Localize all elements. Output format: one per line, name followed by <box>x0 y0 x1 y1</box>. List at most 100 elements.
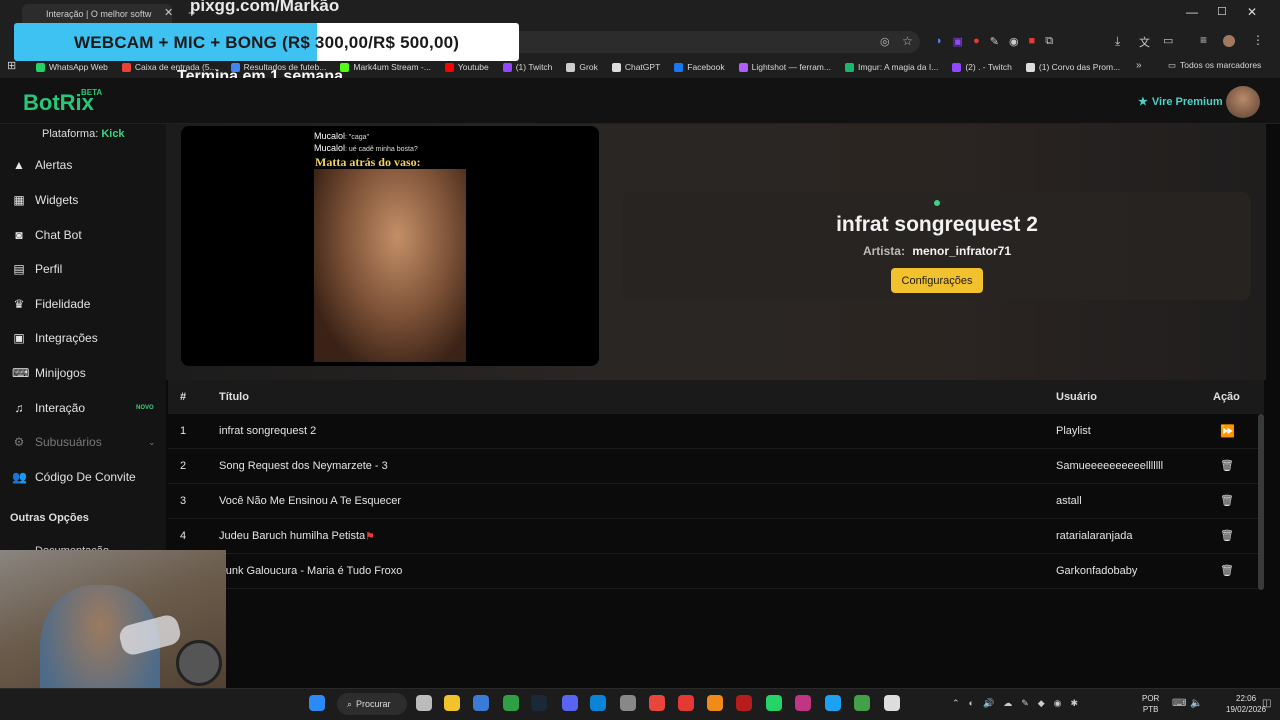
bookmark-label: Mark4um Stream -... <box>353 62 431 72</box>
tray-app-icon: ◐ <box>968 698 974 708</box>
bookmark-star-icon[interactable]: ☆ <box>902 34 913 48</box>
sidebar-item-interacao[interactable]: ♫ Interação NOVO <box>12 393 162 423</box>
sidebar-item-fidelidade[interactable]: ♛ Fidelidade <box>12 289 162 319</box>
row-title: Song Request dos Neymarzete - 3 <box>219 460 388 472</box>
bookmark-favicon-icon <box>738 62 748 72</box>
task-view-icon[interactable] <box>416 695 432 711</box>
instagram-icon[interactable] <box>795 695 811 711</box>
edge-icon[interactable] <box>590 695 606 711</box>
recorder-icon[interactable] <box>736 695 752 711</box>
sidebar-item-chat-bot[interactable]: ◙ Chat Bot <box>12 220 162 250</box>
browser-tab[interactable]: Interação | O melhor softw <box>22 4 172 24</box>
system-tray[interactable]: ⌃ ◐ 🔊 ☁ ✎ ◆ ◉ ✱ <box>952 698 1078 709</box>
bookmark-label: ChatGPT <box>624 62 661 72</box>
bookmark-item[interactable]: Grok <box>566 62 598 72</box>
bookmark-item[interactable]: WhatsApp Web <box>36 62 108 72</box>
row-number: 4 <box>180 530 187 542</box>
clock-date: 19/02/2026 <box>1226 705 1267 714</box>
sidebar-item-label: Subusuários <box>35 435 102 449</box>
store-icon[interactable] <box>473 695 489 711</box>
steam-tray-icon: ◉ <box>1053 698 1062 708</box>
trash-icon[interactable]: 🗑 <box>1220 564 1234 580</box>
taskbar-clock[interactable]: 22:06 19/02/2026 <box>1226 693 1266 715</box>
premium-button[interactable]: ★ Vire Premium <box>1138 95 1223 109</box>
play-next-icon[interactable]: ⏩ <box>1220 424 1235 440</box>
row-user: Playlist <box>1056 425 1091 437</box>
profile-avatar-icon[interactable] <box>1223 35 1235 47</box>
tab-close-icon[interactable]: ✕ <box>164 6 173 19</box>
row-number: 2 <box>180 460 187 472</box>
sidebar-item-widgets[interactable]: ▦ Widgets <box>12 185 162 215</box>
sidebar-item-minijogos[interactable]: ⌨ Minijogos <box>12 358 162 388</box>
xbox-icon[interactable] <box>503 695 519 711</box>
discord-icon[interactable] <box>562 695 578 711</box>
brave-icon[interactable] <box>678 695 694 711</box>
windows-start-icon[interactable] <box>309 695 325 711</box>
steam-icon[interactable] <box>531 695 547 711</box>
user-avatar[interactable] <box>1226 86 1260 118</box>
bookmark-item[interactable]: Mark4um Stream -... <box>340 62 431 72</box>
bookmark-item[interactable]: Lightshot — ferram... <box>738 62 831 72</box>
eye-off-icon[interactable]: ◎ <box>880 35 890 48</box>
more-menu-icon[interactable]: ⋮ <box>1252 33 1264 47</box>
trash-icon[interactable]: 🗑 <box>1220 494 1234 510</box>
sidebar-item-codigo-convite[interactable]: 👥 Código De Convite <box>12 462 162 492</box>
bookmark-item[interactable]: ChatGPT <box>611 62 661 72</box>
app-green-icon[interactable] <box>854 695 870 711</box>
bookmark-item[interactable]: Imgur: A magia da I... <box>844 62 938 72</box>
app-icon[interactable] <box>620 695 636 711</box>
extensions-puzzle-icon: ⧉ <box>1045 35 1054 47</box>
gamepad-icon: ⌨ <box>12 366 30 380</box>
translate-icon[interactable]: 文 <box>1139 34 1150 50</box>
sidebar-item-perfil[interactable]: ▤ Perfil <box>12 254 162 284</box>
sidebar-item-label: Integrações <box>35 331 98 345</box>
bookmark-item[interactable]: Facebook <box>674 62 725 72</box>
bookmark-item[interactable]: (1) Twitch <box>502 62 552 72</box>
cast-icon[interactable]: ▭ <box>1163 34 1173 47</box>
cloud-icon[interactable] <box>707 695 723 711</box>
settings-button[interactable]: Configurações <box>891 268 983 293</box>
sidebar-item-alertas[interactable]: ▲ Alertas <box>12 150 162 180</box>
taskbar-search[interactable]: ⌕ Procurar <box>337 693 407 715</box>
whatsapp-icon[interactable] <box>766 695 782 711</box>
meme-user-2: Mucalol <box>314 143 346 153</box>
bookmark-favicon-icon <box>36 62 45 72</box>
network-icon[interactable]: ⌨ <box>1172 698 1186 709</box>
extension-icons[interactable]: ◗ ▣ ● ✎ ◉ ■ ⧉ <box>936 35 1053 48</box>
bookmark-favicon-icon <box>1025 62 1035 72</box>
obs-icon[interactable] <box>884 695 900 711</box>
menu-lines-icon[interactable]: ≡ <box>1200 33 1207 47</box>
minimize-icon[interactable]: — <box>1186 5 1198 19</box>
col-title: Título <box>219 391 249 403</box>
messenger-icon[interactable] <box>825 695 841 711</box>
file-explorer-icon[interactable] <box>444 695 460 711</box>
bookmark-item[interactable]: (1) Corvo das Prom... <box>1025 62 1120 72</box>
extension-2-icon: ▣ <box>952 36 964 48</box>
col-user: Usuário <box>1056 391 1097 403</box>
notifications-icon[interactable]: ◫ <box>1262 698 1271 709</box>
meme-image <box>314 169 466 362</box>
bookmarks-overflow-icon[interactable]: » <box>1136 60 1142 71</box>
close-window-icon[interactable]: ✕ <box>1247 5 1257 19</box>
sidebar-item-label: Código De Convite <box>35 470 136 484</box>
language-indicator[interactable]: POR PTB <box>1142 693 1159 715</box>
table-scrollbar[interactable] <box>1258 414 1264 590</box>
download-icon[interactable]: ⤓ <box>1115 34 1120 49</box>
bookmark-favicon-icon <box>444 62 454 72</box>
bookmark-item[interactable]: Youtube <box>444 62 489 72</box>
sidebar-item-integracoes[interactable]: ▣ Integrações <box>12 323 162 353</box>
bookmark-item[interactable]: (2) . - Twitch <box>952 62 1012 72</box>
speaker-icon[interactable]: 🔈 <box>1190 698 1202 709</box>
sidebar-item-subusuarios[interactable]: ⚙ Subusuários ⌄ <box>12 427 162 457</box>
sidebar-item-label: Perfil <box>35 262 63 276</box>
chrome-icon[interactable] <box>649 695 665 711</box>
maximize-icon[interactable]: ☐ <box>1217 5 1227 18</box>
trash-icon[interactable]: 🗑 <box>1220 459 1234 475</box>
promo-text: WEBCAM + MIC + BONG (R$ 300,00/R$ 500,00… <box>74 33 460 52</box>
search-label: Procurar <box>356 699 391 709</box>
apps-grid-icon[interactable]: ⊞ <box>7 59 16 72</box>
row-title: Funk Galoucura - Maria é Tudo Froxo <box>219 565 403 577</box>
trash-icon[interactable]: 🗑 <box>1220 529 1234 545</box>
bookmark-favicon-icon <box>952 62 962 72</box>
all-bookmarks[interactable]: ▭ Todos os marcadores <box>1168 60 1261 71</box>
